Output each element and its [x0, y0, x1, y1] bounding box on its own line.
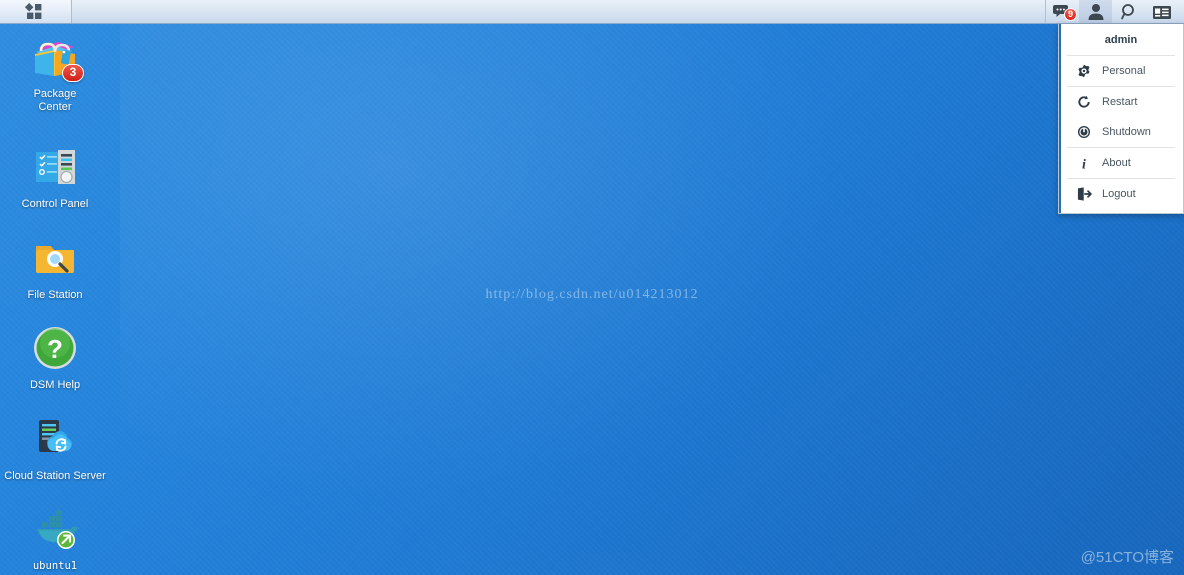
desktop-icon-label: ubuntu1 [32, 560, 78, 572]
menu-item-label: Logout [1102, 188, 1136, 200]
file-station-icon [28, 231, 82, 285]
menu-item-logout[interactable]: Logout [1059, 179, 1183, 209]
menu-item-label: Shutdown [1102, 126, 1151, 138]
taskbar-tray: 9 [1045, 0, 1184, 23]
grid-icon [24, 3, 41, 19]
desktop-icon-dsm-help[interactable]: ? DSM Help [0, 321, 110, 392]
desktop-icon-label: File Station [27, 289, 83, 301]
main-menu-button[interactable] [0, 0, 72, 23]
desktop-icon-control-panel[interactable]: Control Panel [0, 140, 110, 211]
wallpaper-streak [424, 347, 1184, 575]
taskbar-empty-area [72, 0, 1045, 23]
wallpaper-glow [120, 10, 880, 530]
menu-item-label: About [1102, 157, 1131, 169]
taskbar: 9 [0, 0, 1184, 24]
docker-ubuntu-icon [28, 502, 82, 556]
power-icon [1075, 124, 1093, 140]
desktop-icon-label: Package Center [33, 88, 77, 113]
menu-item-restart[interactable]: Restart [1059, 87, 1183, 117]
notification-badge: 9 [1064, 8, 1077, 21]
logout-icon [1075, 186, 1093, 202]
desktop-icon-label: DSM Help [29, 379, 81, 391]
desktop-icon-file-station[interactable]: File Station [0, 231, 110, 302]
desktop-screen: http://blog.csdn.net/u014213012 @51CTO博客… [0, 0, 1184, 575]
user-button[interactable] [1079, 0, 1112, 23]
widgets-button[interactable] [1145, 0, 1178, 23]
search-icon [1120, 4, 1134, 20]
desktop-icon-cloud-station-server[interactable]: Cloud Station Server [0, 412, 110, 483]
desktop-icon-label: Cloud Station Server [4, 470, 106, 482]
desktop-icon-label: Control Panel [21, 198, 89, 210]
user-dropdown-menu: admin Personal Restart Shutdown i About … [1058, 24, 1184, 214]
info-icon: i [1075, 155, 1093, 171]
svg-text:i: i [1082, 157, 1086, 170]
menu-item-label: Personal [1102, 65, 1146, 77]
menu-username: admin [1104, 34, 1138, 46]
menu-item-label: Restart [1102, 96, 1138, 108]
person-icon [1088, 4, 1103, 20]
desktop-wallpaper [0, 0, 1184, 575]
package-center-icon: 3 [28, 30, 84, 84]
desktop-icon-package-center[interactable]: 3 Package Center [0, 30, 110, 114]
desktop-icon-ubuntu1[interactable]: ubuntu1 [0, 502, 110, 573]
restart-icon [1075, 94, 1093, 110]
control-panel-icon [28, 140, 82, 194]
widgets-icon [1152, 5, 1171, 19]
dsm-help-icon: ? [28, 321, 82, 375]
menu-item-personal[interactable]: Personal [1059, 56, 1183, 86]
gear-icon [1075, 63, 1093, 79]
menu-item-about[interactable]: i About [1059, 148, 1183, 178]
notifications-button[interactable]: 9 [1046, 0, 1079, 23]
cloud-station-server-icon [28, 412, 82, 466]
svg-text:?: ? [47, 334, 63, 364]
search-button[interactable] [1112, 0, 1145, 23]
menu-item-shutdown[interactable]: Shutdown [1059, 117, 1183, 147]
package-center-badge: 3 [62, 64, 84, 82]
